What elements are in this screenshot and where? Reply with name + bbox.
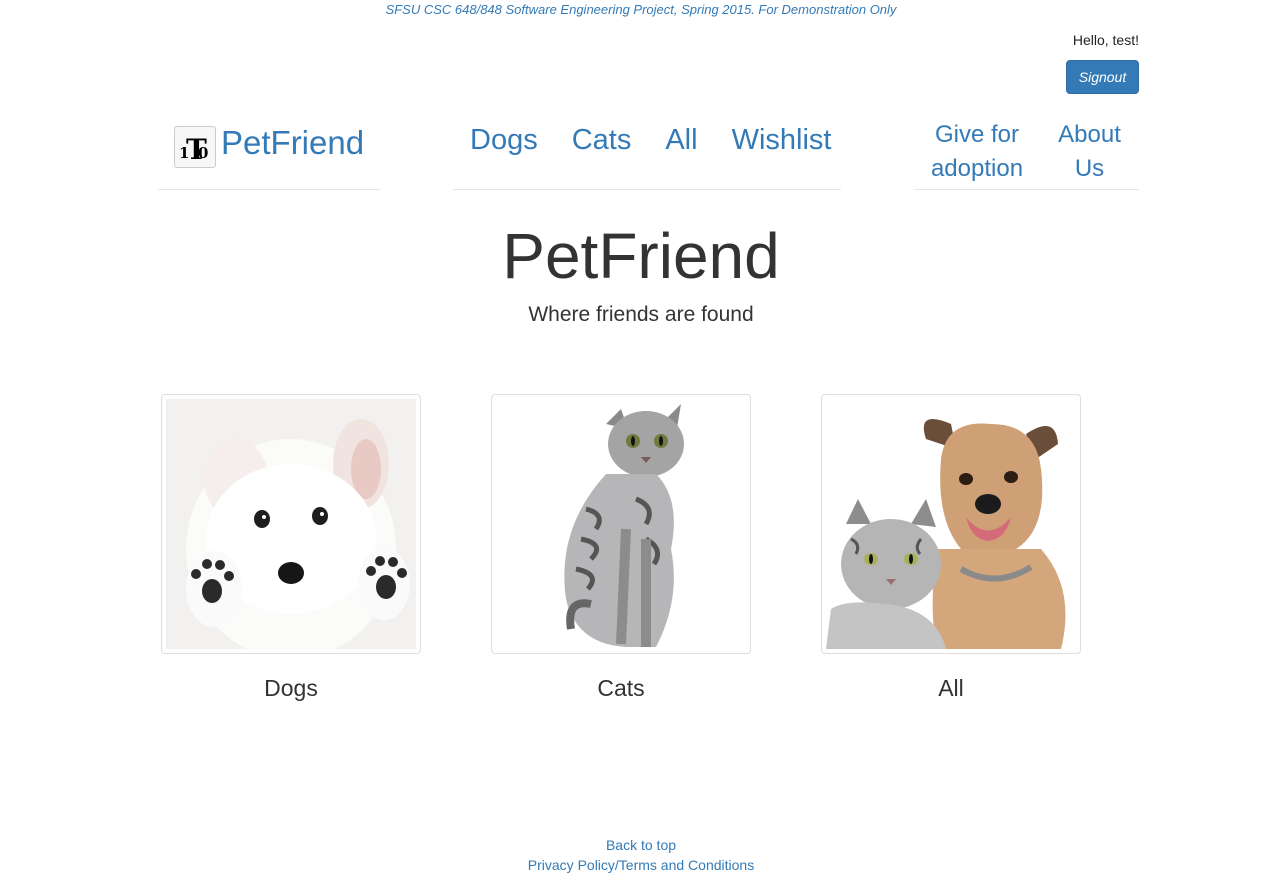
white-puppy-image [166,399,416,649]
category-card-cats: Cats [491,394,751,702]
hero-subtitle: Where friends are found [528,303,754,326]
hero-title: PetFriend [502,220,780,292]
brand-logo[interactable]: 1 T 0 [174,126,216,168]
dogs-thumbnail-link[interactable] [161,394,421,654]
nav-link-about-us[interactable]: About Us [1040,118,1139,189]
privacy-policy-link[interactable]: Privacy Policy/Terms and Conditions [528,855,754,875]
cats-caption: Cats [597,675,645,701]
nav-link-wishlist[interactable]: Wishlist [732,122,832,189]
about-label-line2: Us [1074,155,1105,182]
nav-link-dogs[interactable]: Dogs [470,122,538,189]
brand-name-link[interactable]: PetFriend [221,124,364,162]
footer: Back to top Privacy Policy/Terms and Con… [0,835,1282,875]
category-card-all: All [821,394,1081,702]
svg-text:0: 0 [198,144,208,162]
category-card-dogs: Dogs [161,394,421,702]
give-label-line1: Give for [934,121,1020,148]
give-label-line2: adoption [930,155,1024,182]
all-caption: All [938,675,964,701]
all-thumbnail-link[interactable] [821,394,1081,654]
tabby-cat-image [496,399,746,649]
about-label-line1: About [1058,121,1121,148]
demo-disclaimer: SFSU CSC 648/848 Software Engineering Pr… [385,2,897,17]
cat-and-dog-image [826,399,1076,649]
dogs-caption: Dogs [264,675,318,701]
cats-thumbnail-link[interactable] [491,394,751,654]
nav-link-cats[interactable]: Cats [572,122,632,189]
nav-link-all[interactable]: All [665,122,697,189]
brand-block: 1 T 0 PetFriend [158,118,380,190]
signout-button[interactable]: Signout [1066,60,1139,94]
secondary-nav: Give for adoption About Us [914,118,1139,190]
main-nav: Dogs Cats All Wishlist [453,118,841,190]
logo-icon: 1 T 0 [179,133,208,162]
back-to-top-link[interactable]: Back to top [606,835,676,855]
user-greeting: Hello, test! [1072,32,1139,48]
nav-link-give-for-adoption[interactable]: Give for adoption [914,118,1040,189]
